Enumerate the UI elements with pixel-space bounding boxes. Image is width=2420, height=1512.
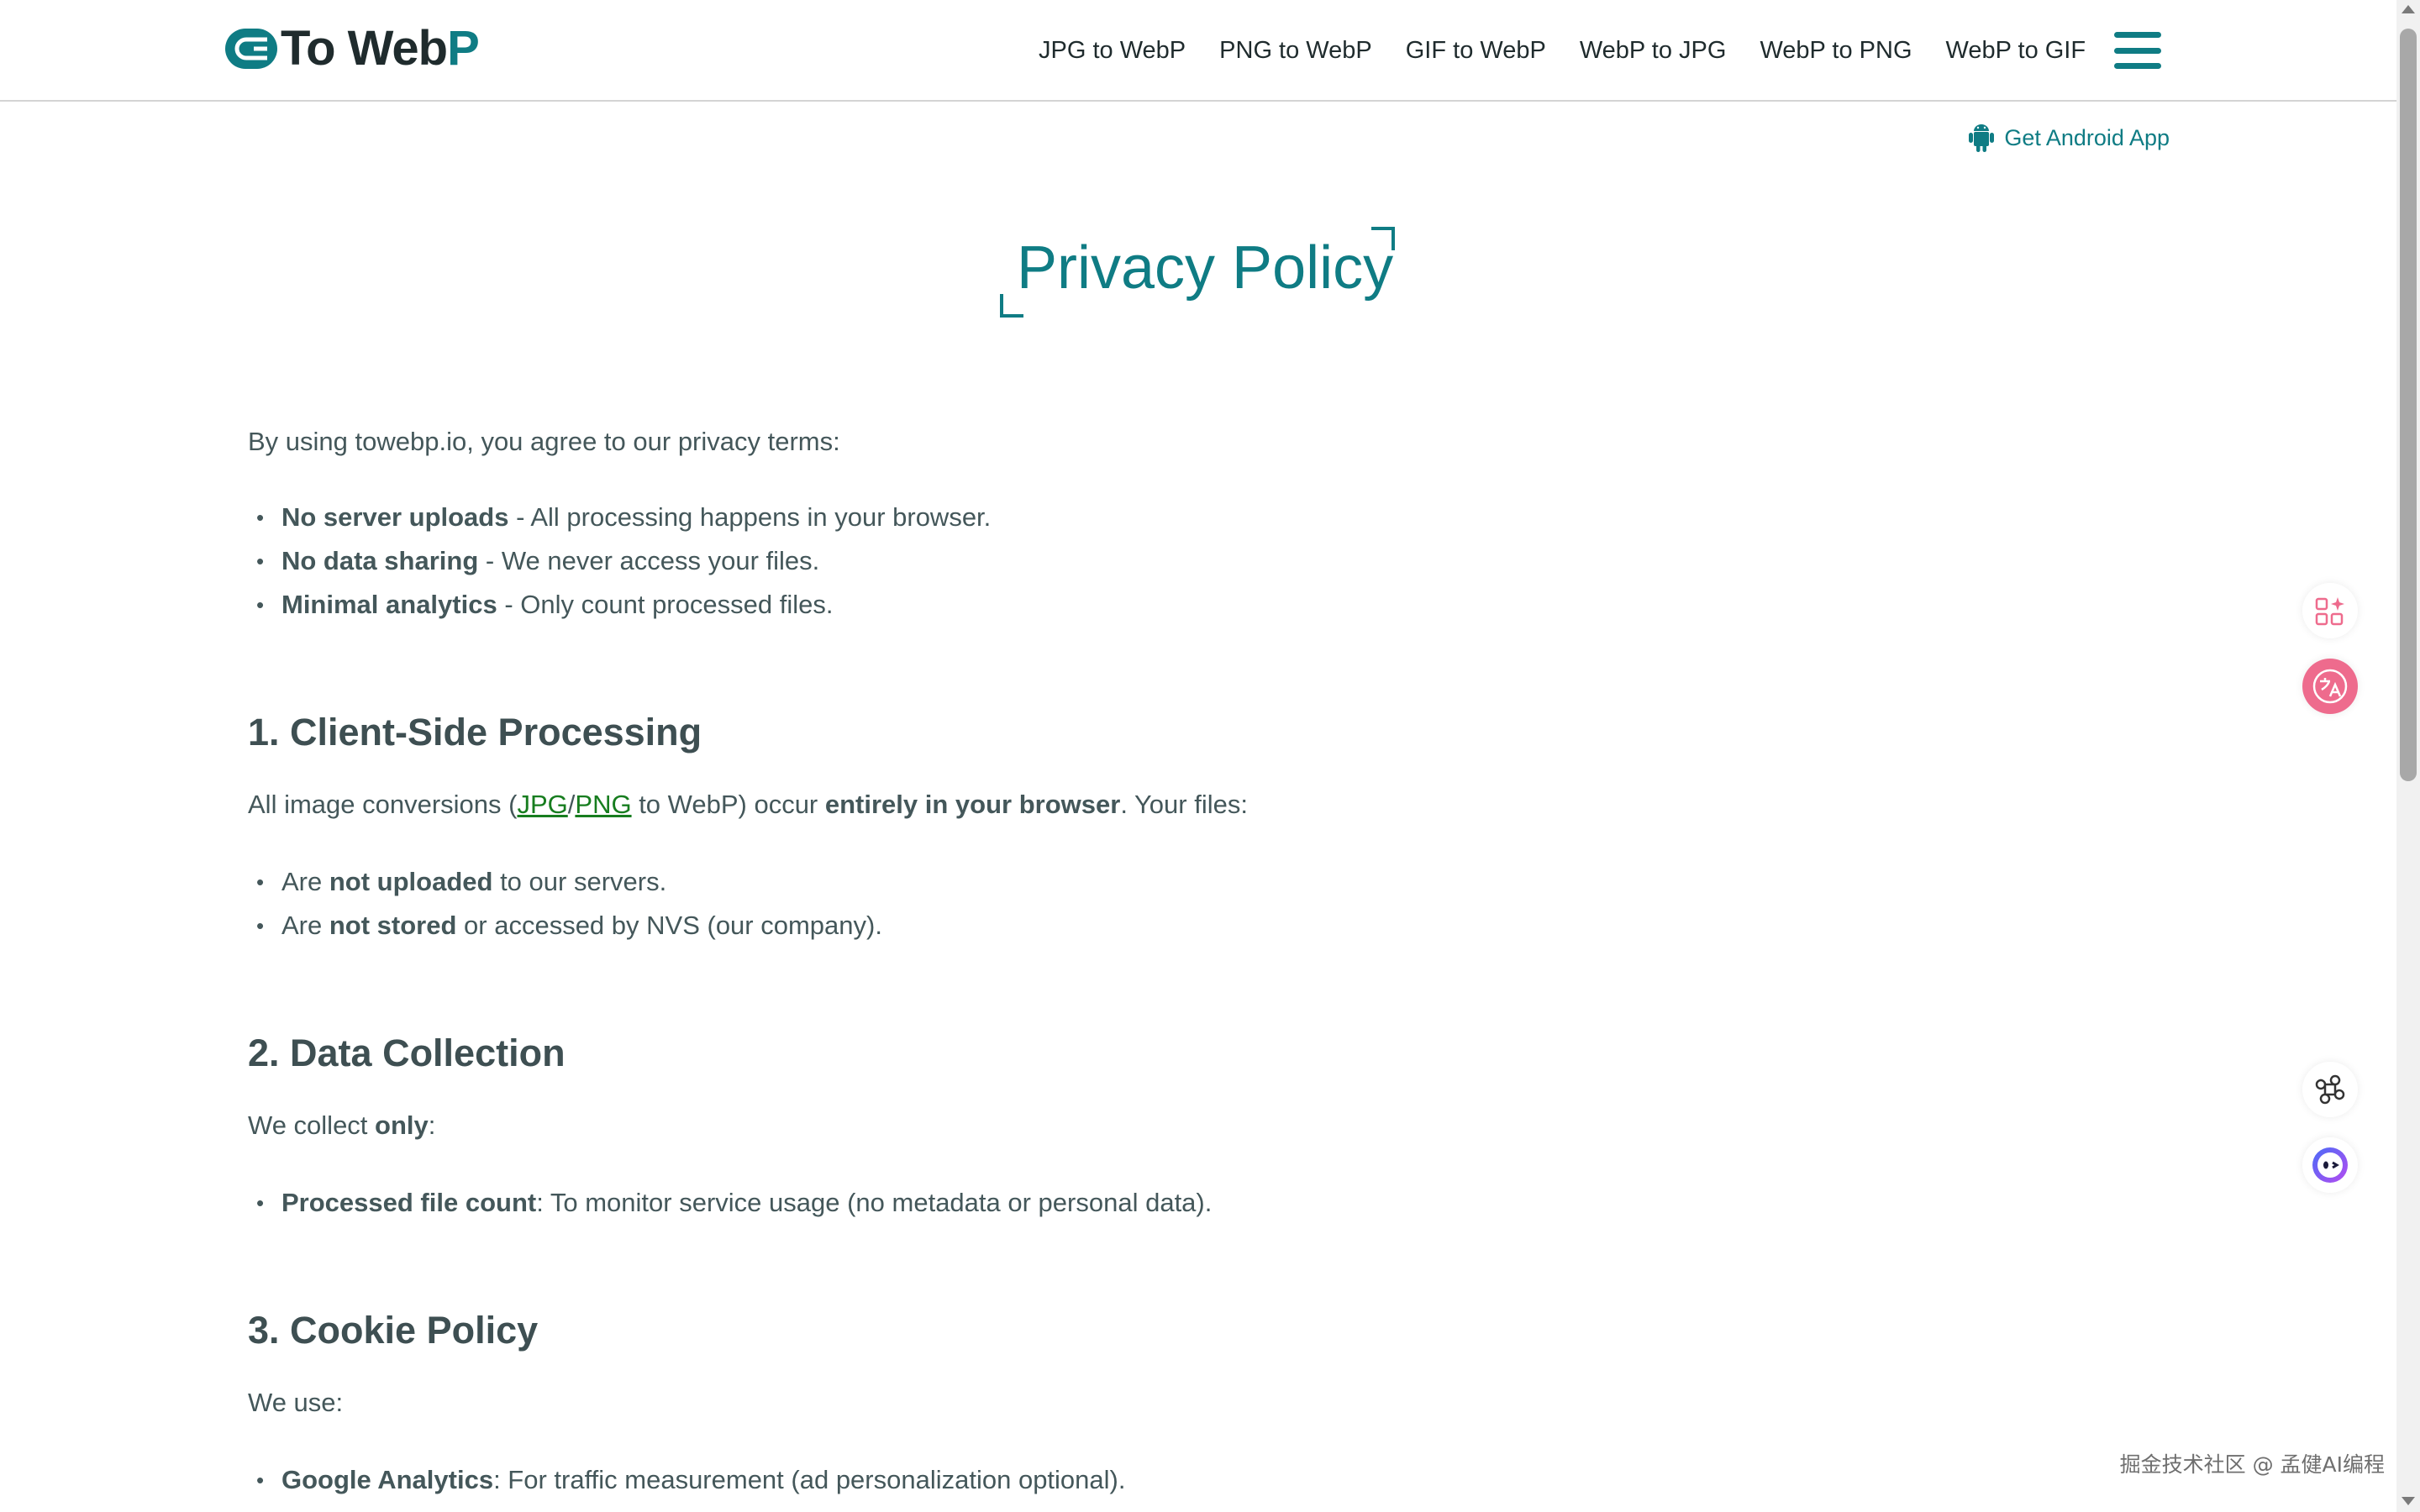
list-item-text: - Only count processed files.: [497, 590, 834, 619]
logo-text: To WebP: [281, 21, 480, 76]
nav-gif-to-webp[interactable]: GIF to WebP: [1406, 33, 1546, 68]
nav-webp-to-png[interactable]: WebP to PNG: [1760, 33, 1912, 68]
list-item-bold: Google Analytics: [281, 1465, 494, 1494]
list-item-text: to our servers.: [492, 867, 667, 896]
intro-text: By using towebp.io, you agree to our pri…: [248, 427, 840, 456]
hamburger-line: [2114, 63, 2162, 69]
list-item-bold: not stored: [329, 911, 457, 940]
nav-webp-to-jpg[interactable]: WebP to JPG: [1580, 33, 1727, 68]
site-logo[interactable]: To WebP: [224, 21, 480, 76]
list-item-text: Are: [281, 867, 329, 896]
section-heading-client-side: 1. Client-Side Processing: [248, 711, 702, 753]
list-item-text: Are: [281, 911, 329, 940]
get-android-app-label: Get Android App: [2004, 124, 2170, 150]
scroll-up-arrow-icon[interactable]: [2402, 5, 2415, 13]
list-item-text: - All processing happens in your browser…: [508, 502, 992, 532]
list-item: Minimal analytics - Only count processed…: [248, 583, 2181, 627]
apps-sparkle-button[interactable]: [2302, 583, 2358, 638]
list-item-bold: Processed file count: [281, 1188, 537, 1217]
list-item-text: : To monitor service usage (no metadata …: [536, 1188, 1213, 1217]
list-item: No data sharing - We never access your f…: [248, 539, 2181, 583]
get-android-app-link[interactable]: Get Android App: [1967, 123, 2170, 153]
section2-paragraph: We collect only:: [248, 1104, 2181, 1147]
logo-text-accent: P: [447, 21, 480, 76]
title-corner-bottom-left: [1000, 294, 1023, 318]
section1-paragraph: All image conversions (JPG/PNG to WebP) …: [248, 783, 2181, 827]
section2-list: Processed file count: To monitor service…: [248, 1181, 2181, 1225]
page-title-block: Privacy Policy: [998, 227, 1397, 319]
section2-text-bold: only: [375, 1110, 429, 1140]
hamburger-line: [2114, 32, 2162, 38]
assistant-button[interactable]: [2302, 1137, 2358, 1193]
section-heading-cookie-policy: 3. Cookie Policy: [248, 1309, 539, 1352]
list-item-text: - We never access your files.: [478, 546, 820, 575]
list-item-text: : For traffic measurement (ad personaliz…: [493, 1465, 1126, 1494]
section1-list: Are not uploaded to our servers. Are not…: [248, 860, 2181, 948]
list-item: Processed file count: To monitor service…: [248, 1181, 2181, 1225]
list-item-bold: No data sharing: [281, 546, 479, 575]
list-item: Are not uploaded to our servers.: [248, 860, 2181, 904]
intro-list: No server uploads - All processing happe…: [248, 496, 2181, 627]
policy-content: By using towebp.io, you agree to our pri…: [248, 420, 2181, 1502]
scrollbar-thumb[interactable]: [2400, 29, 2417, 781]
section3-paragraph: We use:: [248, 1388, 344, 1417]
section1-text-after: . Your files:: [1120, 790, 1248, 819]
hamburger-line: [2114, 47, 2162, 54]
command-icon: [2315, 1074, 2345, 1105]
translate-button[interactable]: [2302, 659, 2358, 714]
png-link[interactable]: PNG: [575, 790, 631, 819]
list-item: No server uploads - All processing happe…: [248, 496, 2181, 539]
section-heading-data-collection: 2. Data Collection: [248, 1032, 566, 1074]
android-icon: [1969, 124, 1995, 152]
watermark: 掘金技术社区 @ 孟健AI编程: [2119, 1452, 2385, 1477]
list-item: Are not stored or accessed by NVS (our c…: [248, 904, 2181, 948]
logo-text-main: To Web: [281, 21, 448, 76]
section1-text-before: All image conversions (: [248, 790, 518, 819]
hamburger-icon[interactable]: [2114, 30, 2162, 71]
list-item-bold: not uploaded: [329, 867, 493, 896]
nav-jpg-to-webp[interactable]: JPG to WebP: [1039, 33, 1186, 68]
jpg-link[interactable]: JPG: [517, 790, 567, 819]
section1-text-middle: to WebP) occur: [631, 790, 825, 819]
nav-png-to-webp[interactable]: PNG to WebP: [1219, 33, 1372, 68]
command-button[interactable]: [2302, 1062, 2358, 1117]
list-item-bold: No server uploads: [281, 502, 509, 532]
section3-list: Google Analytics: For traffic measuremen…: [248, 1458, 2181, 1502]
logo-icon: [225, 29, 277, 69]
list-item: Google Analytics: For traffic measuremen…: [248, 1458, 2181, 1502]
nav-webp-to-gif[interactable]: WebP to GIF: [1946, 33, 2086, 68]
main-nav: JPG to WebP PNG to WebP GIF to WebP WebP…: [1039, 30, 2162, 71]
page-title: Privacy Policy: [1017, 234, 1394, 302]
site-header: To WebP JPG to WebP PNG to WebP GIF to W…: [0, 0, 2396, 102]
page-scrollbar[interactable]: [2396, 0, 2420, 1512]
translate-icon: [2312, 669, 2348, 704]
scroll-down-arrow-icon[interactable]: [2402, 1497, 2415, 1505]
section2-text-after: :: [428, 1110, 436, 1140]
apps-sparkle-icon: [2315, 597, 2344, 626]
list-item-text: or accessed by NVS (our company).: [456, 911, 882, 940]
list-item-bold: Minimal analytics: [281, 590, 497, 619]
section1-text-bold: entirely in your browser: [824, 790, 1121, 819]
assistant-face-icon: [2312, 1147, 2348, 1183]
section2-text-before: We collect: [248, 1110, 376, 1140]
